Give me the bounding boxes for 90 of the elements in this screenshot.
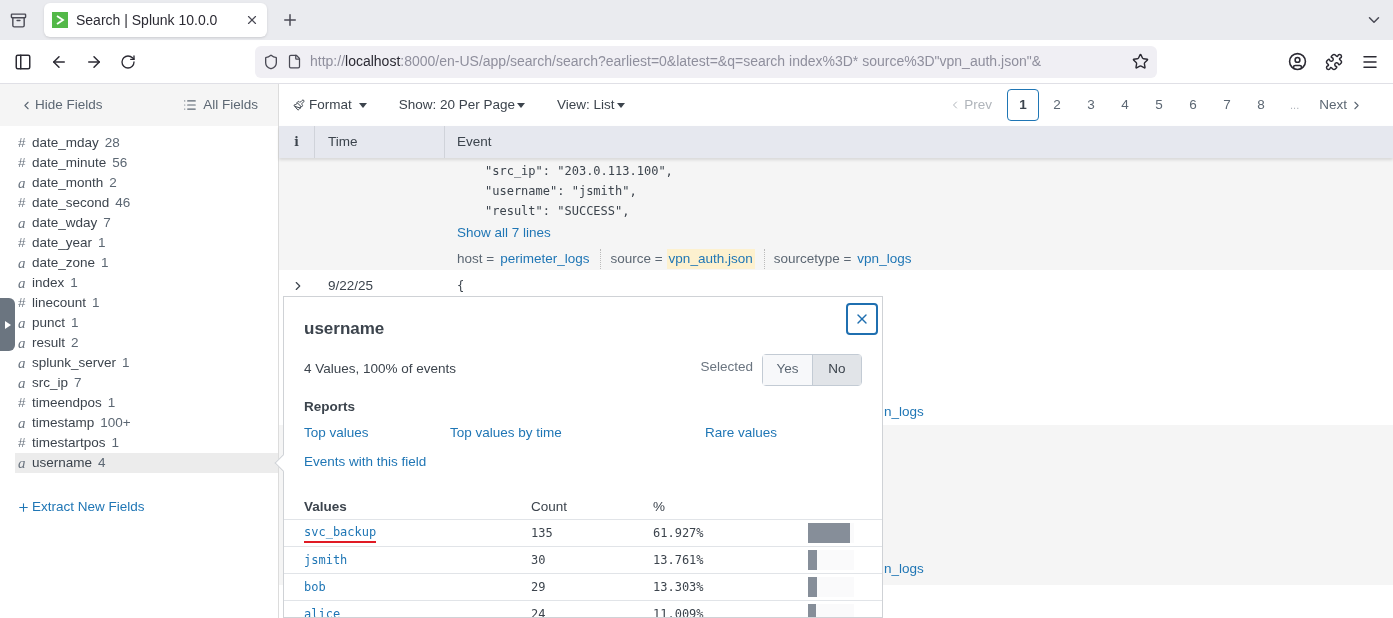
extensions-icon[interactable] — [1325, 52, 1343, 71]
page-button[interactable]: 8 — [1245, 89, 1278, 121]
value-percent: 13.303% — [653, 579, 704, 597]
field-item[interactable]: # linecount 1 — [15, 293, 278, 313]
value-link[interactable]: jsmith — [304, 551, 348, 570]
next-page-button[interactable]: Next — [1319, 94, 1363, 116]
popup-title: username — [304, 318, 385, 340]
column-header: Event — [456, 132, 492, 151]
meta-value-link[interactable]: perimeter_logs — [498, 249, 592, 270]
value-count: 30 — [531, 552, 546, 570]
field-item[interactable]: # date_second 46 — [15, 193, 278, 213]
field-item[interactable]: # timeendpos 1 — [15, 393, 278, 413]
meta-key: sourcetype = — [773, 249, 852, 270]
column-header: Count — [531, 497, 569, 516]
field-item[interactable]: a date_zone 1 — [15, 253, 278, 273]
value-percent: 61.927% — [653, 525, 704, 543]
event-line: "src_ip": "203.0.113.100", — [484, 163, 673, 180]
tab-title: Search | Splunk 10.0.0 — [76, 10, 219, 30]
selected-label: Selected — [700, 358, 753, 377]
field-item[interactable]: # date_minute 56 — [15, 153, 278, 173]
meta-value-link[interactable]: n_logs — [884, 402, 924, 423]
meta-value-link[interactable]: vpn_logs — [855, 249, 914, 270]
event-line: "result": "SUCCESS", — [484, 203, 630, 220]
toggle-option[interactable]: Yes — [763, 354, 812, 385]
plus-icon — [17, 500, 30, 514]
list-icon — [183, 98, 198, 112]
account-icon[interactable] — [1288, 52, 1307, 71]
page-ellipsis: ... — [1290, 97, 1300, 113]
meta-value-link[interactable]: vpn_auth.json — [666, 249, 755, 270]
tab-list-icon[interactable] — [10, 11, 27, 29]
field-item[interactable]: a result 2 — [15, 333, 278, 353]
brush-icon — [293, 99, 305, 111]
value-count: 29 — [531, 579, 546, 597]
page-button[interactable]: 3 — [1075, 89, 1108, 121]
extract-fields-link[interactable]: Extract New Fields — [17, 497, 145, 518]
close-button[interactable] — [846, 303, 878, 335]
browser-tab[interactable]: Search | Splunk 10.0.0 — [44, 3, 267, 37]
field-item[interactable]: a username 4 — [15, 453, 278, 473]
new-tab-icon[interactable] — [281, 11, 299, 29]
field-item[interactable]: a date_month 2 — [15, 173, 278, 193]
report-link[interactable]: Top values — [304, 422, 369, 443]
close-tab-icon[interactable] — [245, 13, 259, 27]
value-link[interactable]: svc_backup — [304, 523, 377, 544]
meta-value-link[interactable]: n_logs — [884, 559, 924, 580]
page-icon — [287, 54, 302, 69]
page-button[interactable]: 1 — [1007, 89, 1040, 121]
bookmark-star-icon[interactable] — [1132, 53, 1149, 70]
report-link[interactable]: Events with this field — [304, 452, 427, 473]
event-line: { — [457, 278, 465, 295]
field-item[interactable]: a date_wday 7 — [15, 213, 278, 233]
shield-icon — [263, 53, 279, 70]
values-summary: 4 Values, 100% of events — [304, 360, 457, 379]
event-time: 9/22/25 — [328, 276, 375, 295]
column-header: % — [653, 497, 666, 516]
page-button[interactable]: 2 — [1041, 89, 1074, 121]
report-link[interactable]: Rare values — [705, 422, 778, 443]
reload-icon[interactable] — [120, 53, 136, 70]
hide-fields-button[interactable]: Hide Fields — [20, 94, 103, 116]
app-logo-icon — [52, 12, 68, 28]
field-item[interactable]: # date_mday 28 — [15, 133, 278, 153]
event-line: "username": "jsmith", — [484, 183, 637, 200]
field-item[interactable]: # date_year 1 — [15, 233, 278, 253]
field-item[interactable]: a index 1 — [15, 273, 278, 293]
page-button[interactable]: 4 — [1109, 89, 1142, 121]
all-fields-button[interactable]: All Fields — [183, 94, 258, 116]
meta-key: host = — [457, 249, 495, 270]
page-button[interactable]: 6 — [1177, 89, 1210, 121]
sidebar-toggle-icon[interactable] — [14, 52, 32, 71]
field-item[interactable]: a punct 1 — [15, 313, 278, 333]
meta-key: source = — [610, 249, 663, 270]
address-bar[interactable]: http://localhost:8000/en-US/app/search/search?earliest=0&latest=&q=search index%3D* source%3D"vpn_auth.json"& — [255, 45, 1157, 78]
report-link[interactable]: Top values by time — [450, 422, 562, 443]
page-button[interactable]: 5 — [1143, 89, 1176, 121]
view-menu[interactable]: View: List — [557, 94, 625, 116]
column-header: Values — [304, 497, 348, 516]
field-item[interactable]: a src_ip 7 — [15, 373, 278, 393]
field-item[interactable]: a splunk_server 1 — [15, 353, 278, 373]
value-percent: 13.761% — [653, 552, 704, 570]
drawer-handle[interactable] — [0, 298, 15, 351]
value-count: 135 — [531, 525, 553, 543]
field-item[interactable]: # timestartpos 1 — [15, 433, 278, 453]
url-text: http://localhost:8000/en-US/app/search/search?earliest=0&latest=&q=search index%3D* source%3D"vpn_auth.json"& — [310, 52, 1042, 71]
reports-heading: Reports — [303, 397, 355, 416]
per-page-menu[interactable]: Show: 20 Per Page — [398, 94, 526, 116]
show-all-lines-link[interactable]: Show all 7 lines — [457, 223, 551, 244]
field-item[interactable]: a timestamp 100+ — [15, 413, 278, 433]
value-link[interactable]: bob — [304, 578, 326, 597]
format-menu[interactable]: Format — [293, 94, 367, 116]
toggle-option[interactable]: No — [812, 354, 861, 385]
page-button[interactable]: 7 — [1211, 89, 1244, 121]
